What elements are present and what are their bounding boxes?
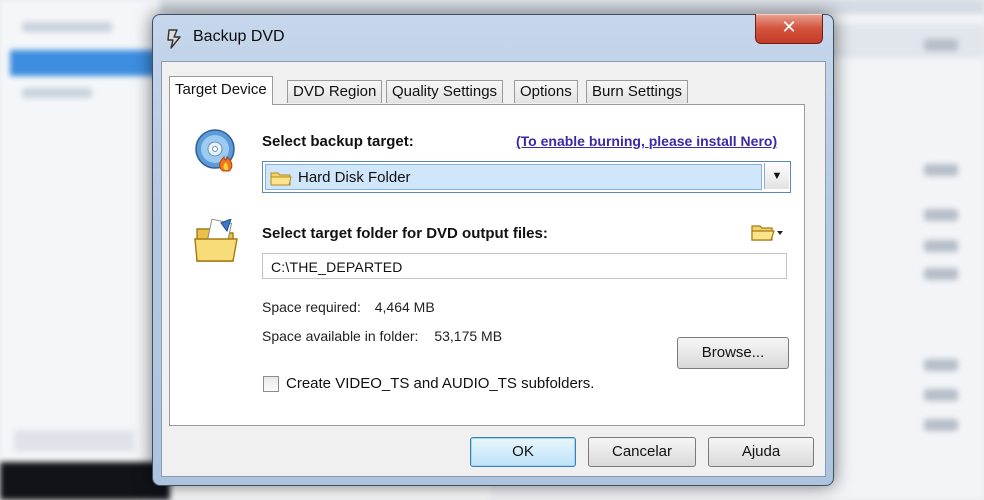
close-icon: ✕: [781, 17, 797, 37]
chevron-down-icon[interactable]: ▼: [764, 163, 789, 189]
folder-menu-icon[interactable]: [750, 222, 786, 244]
tab-burn-settings[interactable]: Burn Settings: [586, 80, 689, 103]
help-button[interactable]: Ajuda: [708, 437, 814, 467]
background-icons: [14, 430, 134, 452]
install-nero-link[interactable]: (To enable burning, please install Nero): [516, 133, 777, 149]
select-backup-target-label: Select backup target:: [262, 133, 414, 150]
ok-button[interactable]: OK: [470, 437, 576, 467]
dropdown-value: Hard Disk Folder: [298, 169, 411, 186]
cancel-button[interactable]: Cancelar: [588, 437, 696, 467]
tab-target-device[interactable]: Target Device: [169, 76, 273, 105]
dialog-client-area: Target Device DVD Region Quality Setting…: [161, 61, 826, 477]
browse-button[interactable]: Browse...: [677, 337, 789, 369]
background-value: [924, 240, 958, 252]
space-required-label: Space required:: [262, 299, 361, 315]
open-folder-icon: [194, 219, 238, 262]
target-device-panel: Select backup target: (To enable burning…: [169, 104, 805, 426]
background-sidebar: [0, 0, 170, 500]
window-title: Backup DVD: [193, 28, 285, 45]
title-bar[interactable]: Backup DVD ✕: [153, 14, 833, 59]
background-value: [924, 389, 958, 401]
target-folder-input[interactable]: C:\THE_DEPARTED: [262, 253, 787, 279]
tab-options[interactable]: Options: [514, 80, 578, 103]
backup-dvd-dialog: Backup DVD ✕ Target Device DVD Region Qu…: [152, 14, 834, 486]
create-subfolders-checkbox[interactable]: [263, 376, 279, 392]
disc-burn-icon: [195, 129, 235, 172]
tab-quality-settings[interactable]: Quality Settings: [386, 80, 504, 103]
background-taskbar: [0, 462, 170, 500]
tab-label: Quality Settings: [392, 83, 498, 100]
tab-dvd-region[interactable]: DVD Region: [287, 80, 383, 103]
tab-label: Target Device: [175, 81, 267, 98]
close-button[interactable]: ✕: [755, 14, 823, 44]
background-value: [924, 419, 958, 431]
background-value: [924, 164, 958, 176]
space-available-value: 53,175 MB: [434, 328, 503, 344]
create-subfolders-label[interactable]: Create VIDEO_TS and AUDIO_TS subfolders.: [286, 375, 594, 392]
background-row: [22, 88, 92, 98]
background-row: [22, 22, 112, 32]
tab-label: Burn Settings: [592, 83, 683, 100]
background-value: [924, 39, 958, 51]
background-value: [924, 268, 958, 280]
tab-label: Options: [520, 83, 572, 100]
background-toolbar: [160, 0, 984, 14]
dropdown-selected-field[interactable]: Hard Disk Folder: [265, 164, 762, 190]
tab-label: DVD Region: [293, 83, 377, 100]
select-target-folder-label: Select target folder for DVD output file…: [262, 225, 548, 242]
space-required-value: 4,464 MB: [374, 299, 435, 315]
background-selection: [10, 50, 170, 76]
space-required-text: Space required: 4,464 MB: [262, 299, 435, 315]
dvd-app-icon: [167, 29, 181, 49]
folder-icon: [270, 172, 292, 186]
background-value: [924, 209, 958, 221]
space-available-text: Space available in folder: 53,175 MB: [262, 328, 502, 344]
background-value: [924, 359, 958, 371]
space-available-label: Space available in folder:: [262, 328, 419, 344]
backup-target-dropdown[interactable]: Hard Disk Folder ▼: [262, 161, 791, 193]
